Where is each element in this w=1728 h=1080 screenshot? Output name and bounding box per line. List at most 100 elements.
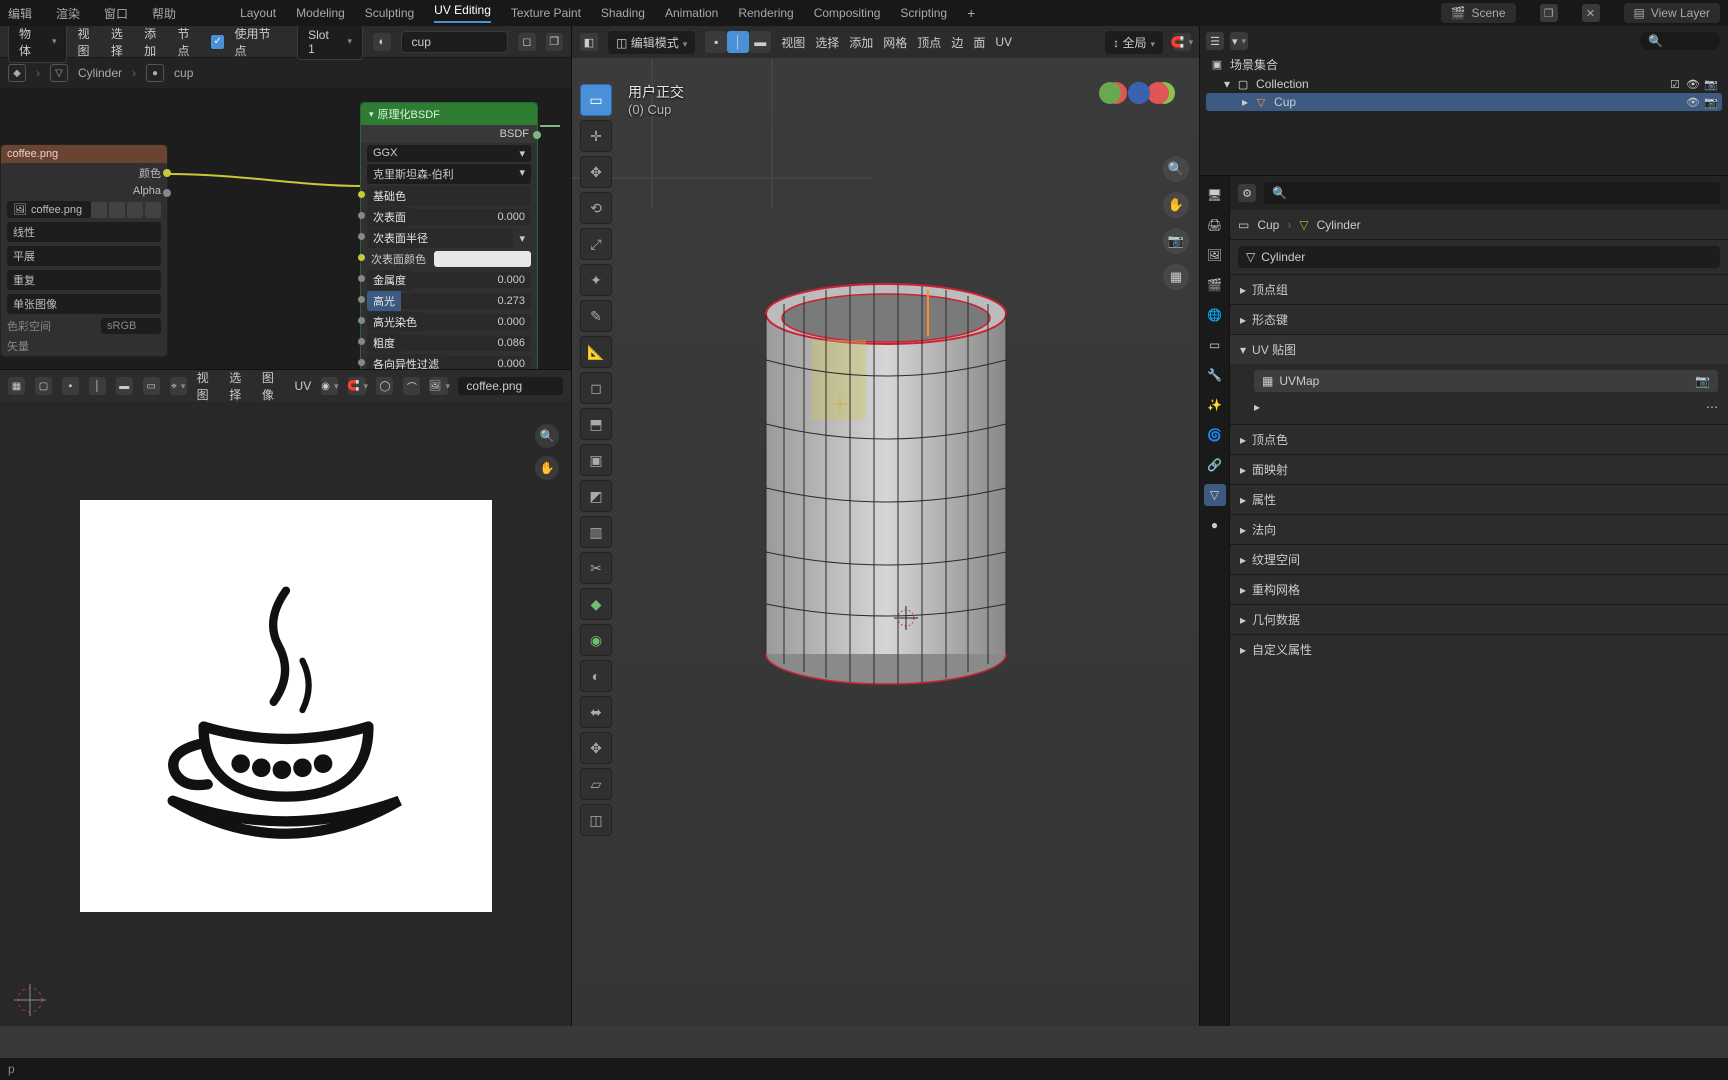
editor-type-3dv-icon[interactable]: ◧ xyxy=(580,33,598,51)
ptab-constraints-icon[interactable]: 🔗 xyxy=(1204,454,1226,476)
bc-material[interactable]: cup xyxy=(174,66,193,80)
image-browse-icon[interactable]: 🖼 xyxy=(430,377,448,395)
camera-active-icon[interactable]: 📷 xyxy=(1695,374,1710,388)
axis-y-neg-icon[interactable] xyxy=(1099,82,1121,104)
menu-render[interactable]: 渲染 xyxy=(56,5,80,22)
uv-menu-image[interactable]: 图像 xyxy=(262,369,285,403)
color-swatch[interactable] xyxy=(434,251,531,267)
vp-menu-face[interactable]: 面 xyxy=(973,34,985,51)
bsdf-prop-label[interactable]: 次表面半径 xyxy=(367,228,513,248)
open-img-icon[interactable] xyxy=(127,202,143,218)
outliner-search[interactable]: 🔍 xyxy=(1640,32,1720,50)
extrude-tool-icon[interactable]: ⬒ xyxy=(580,408,612,440)
close-img-icon[interactable] xyxy=(145,202,161,218)
nav-gizmo[interactable]: Z Y X xyxy=(1099,82,1179,162)
uv-image-canvas[interactable]: 🔍 ✋ xyxy=(0,402,571,1026)
principled-bsdf-node[interactable]: 原理化BSDF BSDF GGX▾ 克里斯坦森-伯利▾ 基础色 次表面0.000… xyxy=(360,102,538,370)
section-header[interactable]: ▸顶点组 xyxy=(1230,275,1728,304)
editor-type-icon[interactable]: ▦ xyxy=(8,377,25,395)
menu-edit[interactable]: 编辑 xyxy=(8,5,32,22)
shrink-tool-icon[interactable]: ✥ xyxy=(580,732,612,764)
chevron-down-icon[interactable]: ▾ xyxy=(513,230,531,247)
bsdf-sss-method-dropdown[interactable]: 克里斯坦森-伯利▾ xyxy=(367,164,531,184)
zoom-vp-icon[interactable]: 🔍 xyxy=(1163,156,1189,182)
section-header[interactable]: ▸顶点色 xyxy=(1230,425,1728,454)
props-type-icon[interactable]: ⚙ xyxy=(1238,184,1256,202)
restrict-sel-icon[interactable]: ☑ xyxy=(1668,77,1682,91)
repeat-dropdown[interactable]: 重复 xyxy=(7,270,161,290)
section-header[interactable]: ▸自定义属性 xyxy=(1230,635,1728,664)
bsdf-prop-value[interactable]: 0.086 xyxy=(401,335,531,351)
scale-tool-icon[interactable]: ⤢ xyxy=(580,228,612,260)
pan-vp-icon[interactable]: ✋ xyxy=(1163,192,1189,218)
loopcut-tool-icon[interactable]: ▥ xyxy=(580,516,612,548)
uv-menu-uv[interactable]: UV xyxy=(295,379,312,393)
bsdf-prop-value[interactable]: 0.000 xyxy=(412,209,531,225)
material-name-field[interactable]: cup xyxy=(401,31,508,53)
measure-tool-icon[interactable]: 📐 xyxy=(580,336,612,368)
expand-icon[interactable]: ▸ xyxy=(1254,400,1260,414)
ne-menu-select[interactable]: 选择 xyxy=(111,26,134,59)
vp-menu-vertex[interactable]: 顶点 xyxy=(917,34,941,51)
sticky-dropdown[interactable]: ⌖ xyxy=(170,377,187,395)
cylinder-mesh[interactable] xyxy=(756,274,1016,694)
ptab-mesh-data-icon[interactable]: ▽ xyxy=(1204,484,1226,506)
edge-select-icon[interactable]: │ xyxy=(727,31,749,53)
ne-menu-add[interactable]: 添加 xyxy=(144,26,167,59)
section-header[interactable]: ▸几何数据 xyxy=(1230,605,1728,634)
ptab-object-icon[interactable]: ▭ xyxy=(1204,334,1226,356)
eye-obj-icon[interactable]: 👁 xyxy=(1686,95,1700,109)
3d-viewport[interactable]: ◧ ◫ 编辑模式 ▪ │ ▬ 视图 选择 添加 网格 顶点 边 面 UV ↕ 全… xyxy=(572,26,1200,1026)
bc-object[interactable]: Cylinder xyxy=(78,66,122,80)
tab-rendering[interactable]: Rendering xyxy=(738,6,793,20)
orientation-dropdown[interactable]: ↕ 全局 xyxy=(1105,31,1163,54)
menu-window[interactable]: 窗口 xyxy=(104,5,128,22)
select-box-tool-icon[interactable]: ▭ xyxy=(580,84,612,116)
pivot-dropdown[interactable]: ◉ xyxy=(321,377,338,395)
proj-dropdown[interactable]: 平展 xyxy=(7,246,161,266)
ne-menu-view[interactable]: 视图 xyxy=(77,26,100,59)
snap-dropdown[interactable]: 🧲 xyxy=(348,377,366,395)
material-icon[interactable]: ● xyxy=(146,64,164,82)
bsdf-prop-value[interactable]: 0.000 xyxy=(423,314,531,330)
falloff-icon[interactable]: ⌒ xyxy=(403,377,420,395)
colorspace-dropdown[interactable]: sRGB xyxy=(101,318,161,334)
tab-modeling[interactable]: Modeling xyxy=(296,6,345,20)
ptab-scene-icon[interactable]: 🎬 xyxy=(1204,274,1226,296)
mesh-icon[interactable]: ▽ xyxy=(50,64,68,82)
object-mode-dropdown[interactable]: 物体 xyxy=(8,26,67,63)
transform-tool-icon[interactable]: ✦ xyxy=(580,264,612,296)
persp-ortho-icon[interactable]: ▦ xyxy=(1163,264,1189,290)
section-header[interactable]: ▾UV 贴图 xyxy=(1230,335,1728,364)
inset-tool-icon[interactable]: ▣ xyxy=(580,444,612,476)
axis-x-neg-icon[interactable] xyxy=(1147,82,1169,104)
bevel-tool-icon[interactable]: ◩ xyxy=(580,480,612,512)
scene-selector[interactable]: 🎬 Scene xyxy=(1441,3,1516,23)
vert-select-icon[interactable]: ▪ xyxy=(705,31,727,53)
section-header[interactable]: ▸重构网格 xyxy=(1230,575,1728,604)
uv-menu-select[interactable]: 选择 xyxy=(229,369,252,403)
camera-view-icon[interactable]: 📷 xyxy=(1163,228,1189,254)
selmode-island-icon[interactable]: ▭ xyxy=(143,377,160,395)
viewport-scene[interactable] xyxy=(572,58,1199,1026)
single-dropdown[interactable]: 单张图像 xyxy=(7,294,161,314)
ptab-particles-icon[interactable]: ✨ xyxy=(1204,394,1226,416)
selmode-sync-icon[interactable]: ▢ xyxy=(35,377,52,395)
tab-compositing[interactable]: Compositing xyxy=(814,6,881,20)
new-img-icon[interactable] xyxy=(109,202,125,218)
eye-icon[interactable]: 👁 xyxy=(1686,77,1700,91)
uvmap-item[interactable]: ▦UVMap📷 xyxy=(1254,370,1718,392)
spin-tool-icon[interactable]: ◉ xyxy=(580,624,612,656)
outliner-type-icon[interactable]: ☰ xyxy=(1206,32,1224,50)
tab-scripting[interactable]: Scripting xyxy=(900,6,947,20)
ptab-physics-icon[interactable]: 🌀 xyxy=(1204,424,1226,446)
material-sphere-icon[interactable]: ◐ xyxy=(373,33,390,51)
camera-obj-icon[interactable]: 📷 xyxy=(1704,95,1718,109)
tab-texture-paint[interactable]: Texture Paint xyxy=(511,6,581,20)
image-name-field[interactable]: coffee.png xyxy=(458,377,563,395)
vp-menu-mesh[interactable]: 网格 xyxy=(883,34,907,51)
smooth-tool-icon[interactable]: ◐ xyxy=(580,660,612,692)
bsdf-distribution-dropdown[interactable]: GGX▾ xyxy=(367,145,531,162)
section-header[interactable]: ▸法向 xyxy=(1230,515,1728,544)
add-workspace-icon[interactable]: + xyxy=(967,5,975,21)
